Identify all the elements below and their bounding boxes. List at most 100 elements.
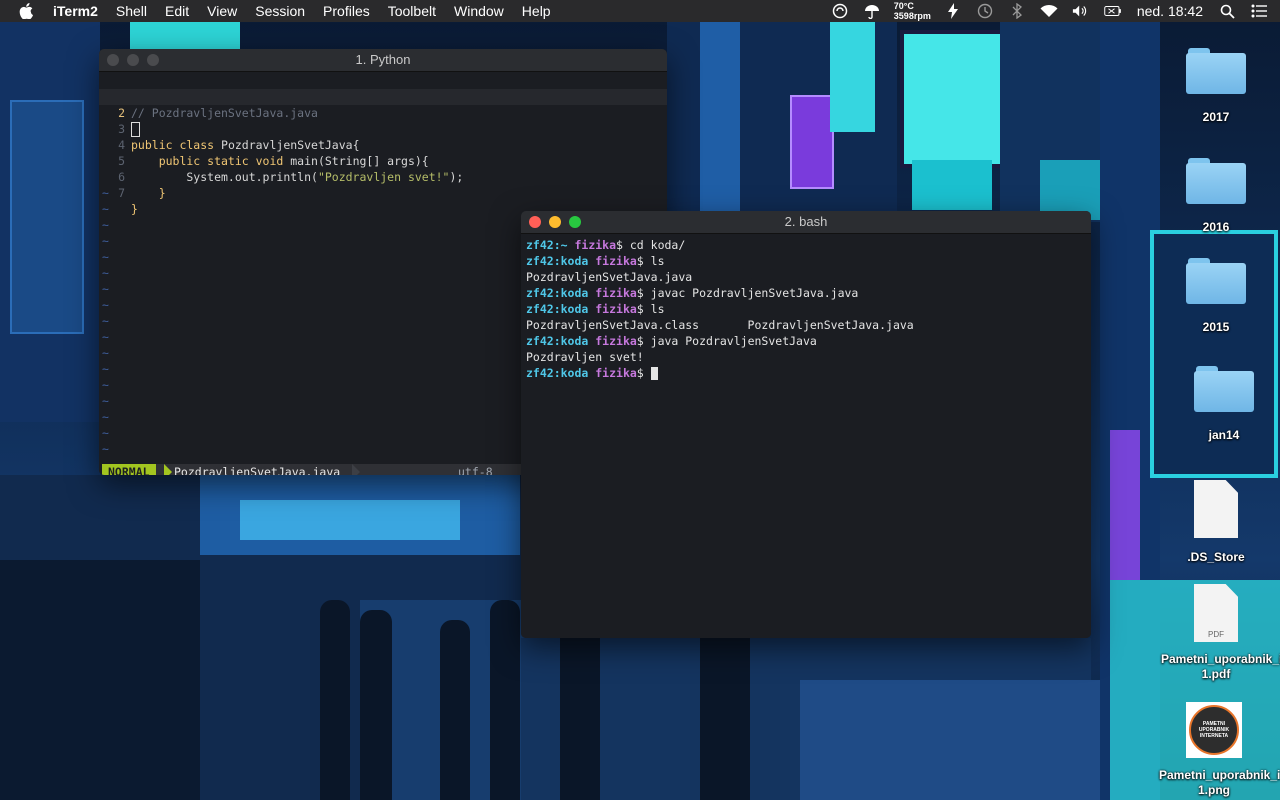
powerline-separator [352, 464, 360, 475]
window-titlebar[interactable]: 1. Python [99, 49, 667, 72]
prompt-host: zf42:~ [526, 238, 568, 252]
power-saving-icon[interactable] [831, 2, 849, 20]
prompt-user: fizika [595, 366, 637, 380]
empty-line-marker: ~ [102, 394, 109, 408]
prompt-host: zf42:koda [526, 286, 589, 300]
terminal-prompt-line: zf42:~ fizika$ cd koda/ [526, 237, 1091, 253]
empty-line-marker: ~ [102, 202, 109, 216]
prompt-user: fizika [595, 334, 637, 348]
menu-toolbelt[interactable]: Toolbelt [379, 0, 445, 22]
desktop-icon-label: Pametni_uporabnik_interneta-1.pdf [1161, 652, 1280, 681]
volume-icon[interactable] [1072, 2, 1090, 20]
vim-filename: PozdravljenSvetJava.java [174, 465, 341, 475]
menu-clock[interactable]: ned. 18:42 [1137, 3, 1203, 19]
temperature-fan-readout[interactable]: 70°C 3598rpm [894, 1, 931, 21]
empty-line-marker: ~ [102, 346, 109, 360]
terminal-prompt-line: zf42:koda fizika$ [526, 365, 1091, 381]
folder-icon [1186, 158, 1246, 204]
window-title: 1. Python [355, 52, 411, 67]
empty-line-marker: ~ [102, 250, 109, 264]
bluetooth-icon[interactable] [1008, 2, 1026, 20]
desktop-folder-2015[interactable]: 2015 [1161, 258, 1271, 335]
prompt-host: zf42:koda [526, 366, 589, 380]
terminal-output-line: PozdravljenSvetJava.java [526, 270, 693, 284]
menu-view[interactable]: View [198, 0, 246, 22]
prompt-host: zf42:koda [526, 254, 589, 268]
prompt-host: zf42:koda [526, 302, 589, 316]
desktop-folder-2017[interactable]: 2017 [1161, 48, 1271, 125]
desktop-icon-label: 2015 [1202, 320, 1230, 334]
vim-mode-indicator: NORMAL [102, 464, 156, 475]
prompt-command: $ ls [636, 302, 665, 316]
empty-line-marker: ~ [102, 314, 109, 328]
window-titlebar[interactable]: 2. bash [521, 211, 1091, 234]
empty-line-marker: ~ [102, 298, 109, 312]
code-line: 6 } [99, 153, 667, 200]
spotlight-search-icon[interactable] [1218, 2, 1236, 20]
code-line-current: 2 [99, 89, 667, 137]
prompt-user: fizika [574, 238, 617, 252]
vim-encoding: utf-8 [458, 465, 493, 475]
menu-help[interactable]: Help [513, 0, 560, 22]
prompt-command: $ javac PozdravljenSvetJava.java [636, 286, 859, 300]
terminal-prompt-line: zf42:koda fizika$ ls [526, 253, 1091, 269]
menu-extras: 70°C 3598rpm ned. 18:42 [824, 0, 1280, 22]
empty-line-marker: ~ [102, 442, 109, 456]
desktop-icon-label: Pametni_uporabnik_interneta-1.png [1159, 768, 1280, 797]
empty-line-marker: ~ [102, 266, 109, 280]
desktop-icon-label: 2017 [1202, 110, 1230, 124]
terminal-output-line: PozdravljenSvetJava.class PozdravljenSve… [526, 318, 914, 332]
code-line: 4 public static void main(String[] args)… [99, 121, 667, 168]
terminal-prompt-line: zf42:koda fizika$ ls [526, 301, 1091, 317]
fan-speed-value: 3598rpm [893, 11, 931, 21]
prompt-command: $ java PozdravljenSvetJava [636, 334, 817, 348]
power-bolt-icon[interactable] [944, 2, 962, 20]
prompt-command: $ cd koda/ [616, 238, 686, 252]
temperature-value: 70°C [893, 1, 914, 11]
notification-center-icon[interactable] [1250, 2, 1268, 20]
time-machine-icon[interactable] [976, 2, 994, 20]
prompt-user: fizika [595, 302, 637, 316]
pdf-badge: PDF [1208, 630, 1224, 639]
pdf-document-icon: PDF [1194, 584, 1238, 642]
desktop-folder-2016[interactable]: 2016 [1161, 158, 1271, 235]
menu-profiles[interactable]: Profiles [314, 0, 379, 22]
terminal-prompt-line: zf42:koda fizika$ javac PozdravljenSvetJ… [526, 285, 1091, 301]
code-line: 1 // PozdravljenSvetJava.java [99, 73, 667, 120]
wifi-icon[interactable] [1040, 2, 1058, 20]
desktop-file-pdf[interactable]: PDF Pametni_uporabnik_interneta-1.pdf [1161, 584, 1280, 682]
menu-edit[interactable]: Edit [156, 0, 198, 22]
desktop-icon-label: .DS_Store [1187, 550, 1245, 564]
terminal-window-bash[interactable]: 2. bash zf42:~ fizika$ cd koda/ zf42:kod… [521, 211, 1091, 638]
empty-line-marker: ~ [102, 234, 109, 248]
empty-line-marker: ~ [102, 410, 109, 424]
desktop-icon-label: 2016 [1202, 220, 1230, 234]
desktop-folder-jan14[interactable]: jan14 [1169, 366, 1279, 443]
folder-icon [1186, 258, 1246, 304]
menu-session[interactable]: Session [246, 0, 314, 22]
folder-icon [1194, 366, 1254, 412]
prompt-command: $ ls [636, 254, 665, 268]
menu-app-name[interactable]: iTerm2 [44, 0, 107, 22]
desktop-icon-label: jan14 [1208, 428, 1240, 442]
menu-bar: iTerm2 Shell Edit View Session Profiles … [0, 0, 1280, 22]
empty-line-marker: ~ [102, 186, 109, 200]
battery-icon[interactable] [1104, 2, 1122, 20]
empty-line-marker: ~ [102, 218, 109, 232]
folder-icon [1186, 48, 1246, 94]
prompt-command: $ [636, 366, 651, 380]
empty-line-marker: ~ [102, 362, 109, 376]
image-thumbnail-icon: PAMETNI UPORABNIK INTERNETA [1186, 702, 1242, 758]
menu-window[interactable]: Window [445, 0, 513, 22]
empty-line-marker: ~ [102, 330, 109, 344]
bash-terminal[interactable]: zf42:~ fizika$ cd koda/ zf42:koda fizika… [521, 234, 1091, 638]
code-line: 7 } [99, 169, 667, 216]
umbrella-icon[interactable] [863, 2, 881, 20]
code-line: 5 System.out.println("Pozdravljen svet!"… [99, 137, 667, 184]
empty-line-marker: ~ [102, 378, 109, 392]
empty-line-marker: ~ [102, 282, 109, 296]
apple-logo-icon[interactable] [18, 3, 34, 19]
menu-shell[interactable]: Shell [107, 0, 156, 22]
desktop-file-ds-store[interactable]: .DS_Store [1161, 480, 1271, 565]
desktop-file-png[interactable]: PAMETNI UPORABNIK INTERNETA Pametni_upor… [1159, 702, 1280, 798]
